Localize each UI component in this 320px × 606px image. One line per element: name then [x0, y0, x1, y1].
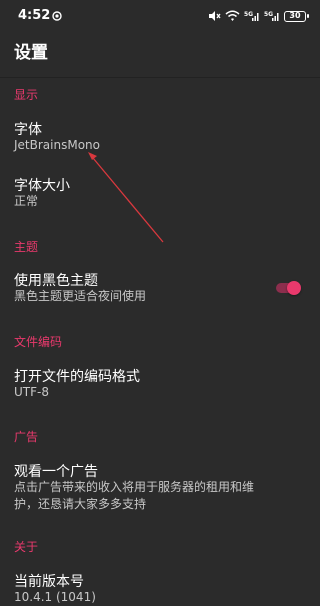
signal-5g-icon: 5G [244, 11, 259, 21]
status-bar: 4:52 5G 5G 30 [0, 0, 320, 32]
wifi-icon [225, 10, 240, 21]
section-header-encoding: 文件编码 [14, 335, 63, 349]
dark-theme-toggle[interactable] [276, 281, 302, 295]
svg-text:5G: 5G [264, 11, 273, 18]
pref-font-summary: JetBrainsMono [14, 138, 100, 152]
section-header-ads: 广告 [14, 430, 39, 444]
signal-5g-icon: 5G [264, 11, 279, 21]
status-icons: 5G 5G 30 [207, 9, 309, 23]
page-title: 设置 [14, 43, 48, 63]
pref-version-summary: 10.4.1 (1041) [14, 590, 96, 604]
svg-text:5G: 5G [244, 11, 253, 18]
section-header-display: 显示 [14, 88, 39, 102]
annotation-arrow-line [92, 157, 164, 243]
pref-dark-theme-summary: 黑色主题更适合夜间使用 [14, 289, 147, 303]
section-header-theme: 主题 [14, 240, 39, 254]
battery-level: 30 [289, 10, 301, 20]
app-bar: 设置 [0, 32, 320, 78]
battery-icon: 30 [284, 10, 309, 22]
pref-watch-ad-summary-line1: 点击广告带来的收入将用于服务器的租用和维 [14, 480, 255, 494]
toggle-thumb [287, 281, 301, 295]
pref-watch-ad-summary-line2: 护，还恳请大家多多支持 [14, 497, 147, 511]
app-bar-divider [0, 77, 320, 78]
status-time: 4:52 [18, 8, 51, 23]
whatsapp-icon [52, 11, 62, 21]
mute-icon [209, 11, 221, 21]
pref-font-size-summary: 正常 [14, 194, 39, 208]
section-header-about: 关于 [14, 540, 39, 554]
pref-open-encoding-summary: UTF-8 [14, 385, 49, 399]
